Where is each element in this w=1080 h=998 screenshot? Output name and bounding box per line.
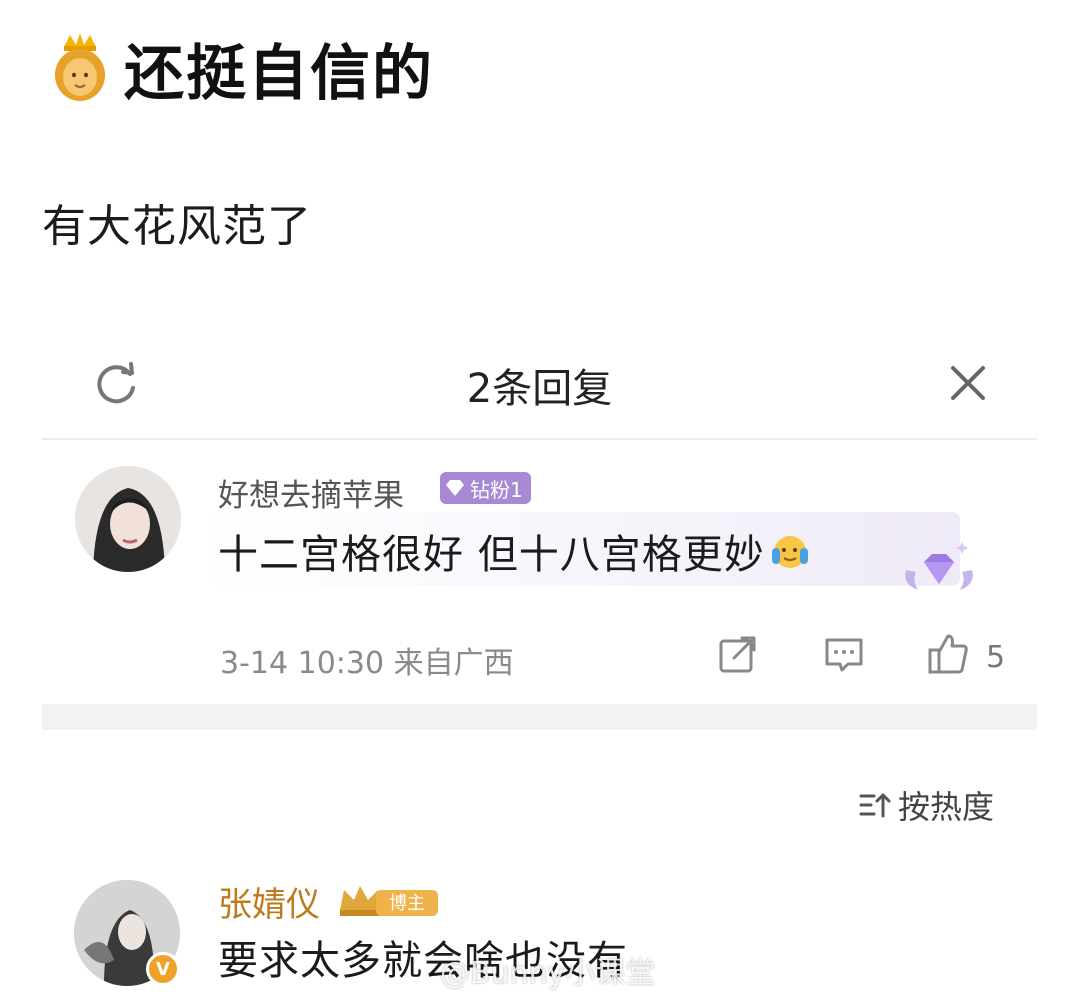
author-badge-label: 博主 — [389, 893, 425, 914]
diamond-icon — [446, 480, 464, 496]
fan-level-badge: 钻粉1 — [440, 472, 531, 504]
replies-panel-header: 2条回复 — [42, 340, 1037, 440]
reply-text: 十二宫格很好 但十八宫格更妙 — [218, 532, 765, 578]
section-divider — [42, 704, 1037, 730]
avatar[interactable] — [75, 466, 181, 572]
replies-panel-title: 2条回复 — [466, 366, 613, 412]
caption-title: 还挺自信的 — [124, 38, 434, 109]
like-count: 5 — [986, 640, 1006, 675]
thumbs-up-icon[interactable] — [926, 632, 970, 676]
close-icon[interactable] — [943, 358, 993, 408]
sort-icon — [859, 793, 891, 818]
fan-level-label: 钻粉1 — [470, 477, 523, 502]
watermark: @Bunny小课堂 — [440, 956, 656, 991]
sort-by-hot-button[interactable]: 按热度 — [858, 782, 994, 828]
raised-hand-emoji-icon — [772, 536, 808, 568]
author-badge: 博主 — [338, 880, 442, 920]
author-username[interactable]: 张婧仪 — [218, 877, 320, 926]
crown-icon: 博主 — [340, 886, 438, 916]
avatar-portrait-image — [75, 466, 181, 572]
caption-subtitle: 有大花风范了 — [42, 201, 312, 252]
verified-v-icon: V — [146, 952, 180, 986]
reply-timestamp-location: 3-14 10:30 来自广西 — [220, 646, 514, 681]
caption-header: 还挺自信的 — [50, 28, 434, 109]
princess-emoji-icon — [55, 33, 105, 101]
diamond-fan-decoration-icon — [905, 542, 973, 590]
reply-username[interactable]: 好想去摘苹果 — [218, 470, 404, 515]
comment-icon[interactable] — [822, 632, 866, 676]
screenshot: 还挺自信的 有大花风范了 2条回复 好想去摘苹果 钻粉1 十二宫格很好 但十八宫… — [0, 0, 1080, 998]
share-icon[interactable] — [716, 632, 760, 676]
sort-label: 按热度 — [898, 788, 995, 826]
